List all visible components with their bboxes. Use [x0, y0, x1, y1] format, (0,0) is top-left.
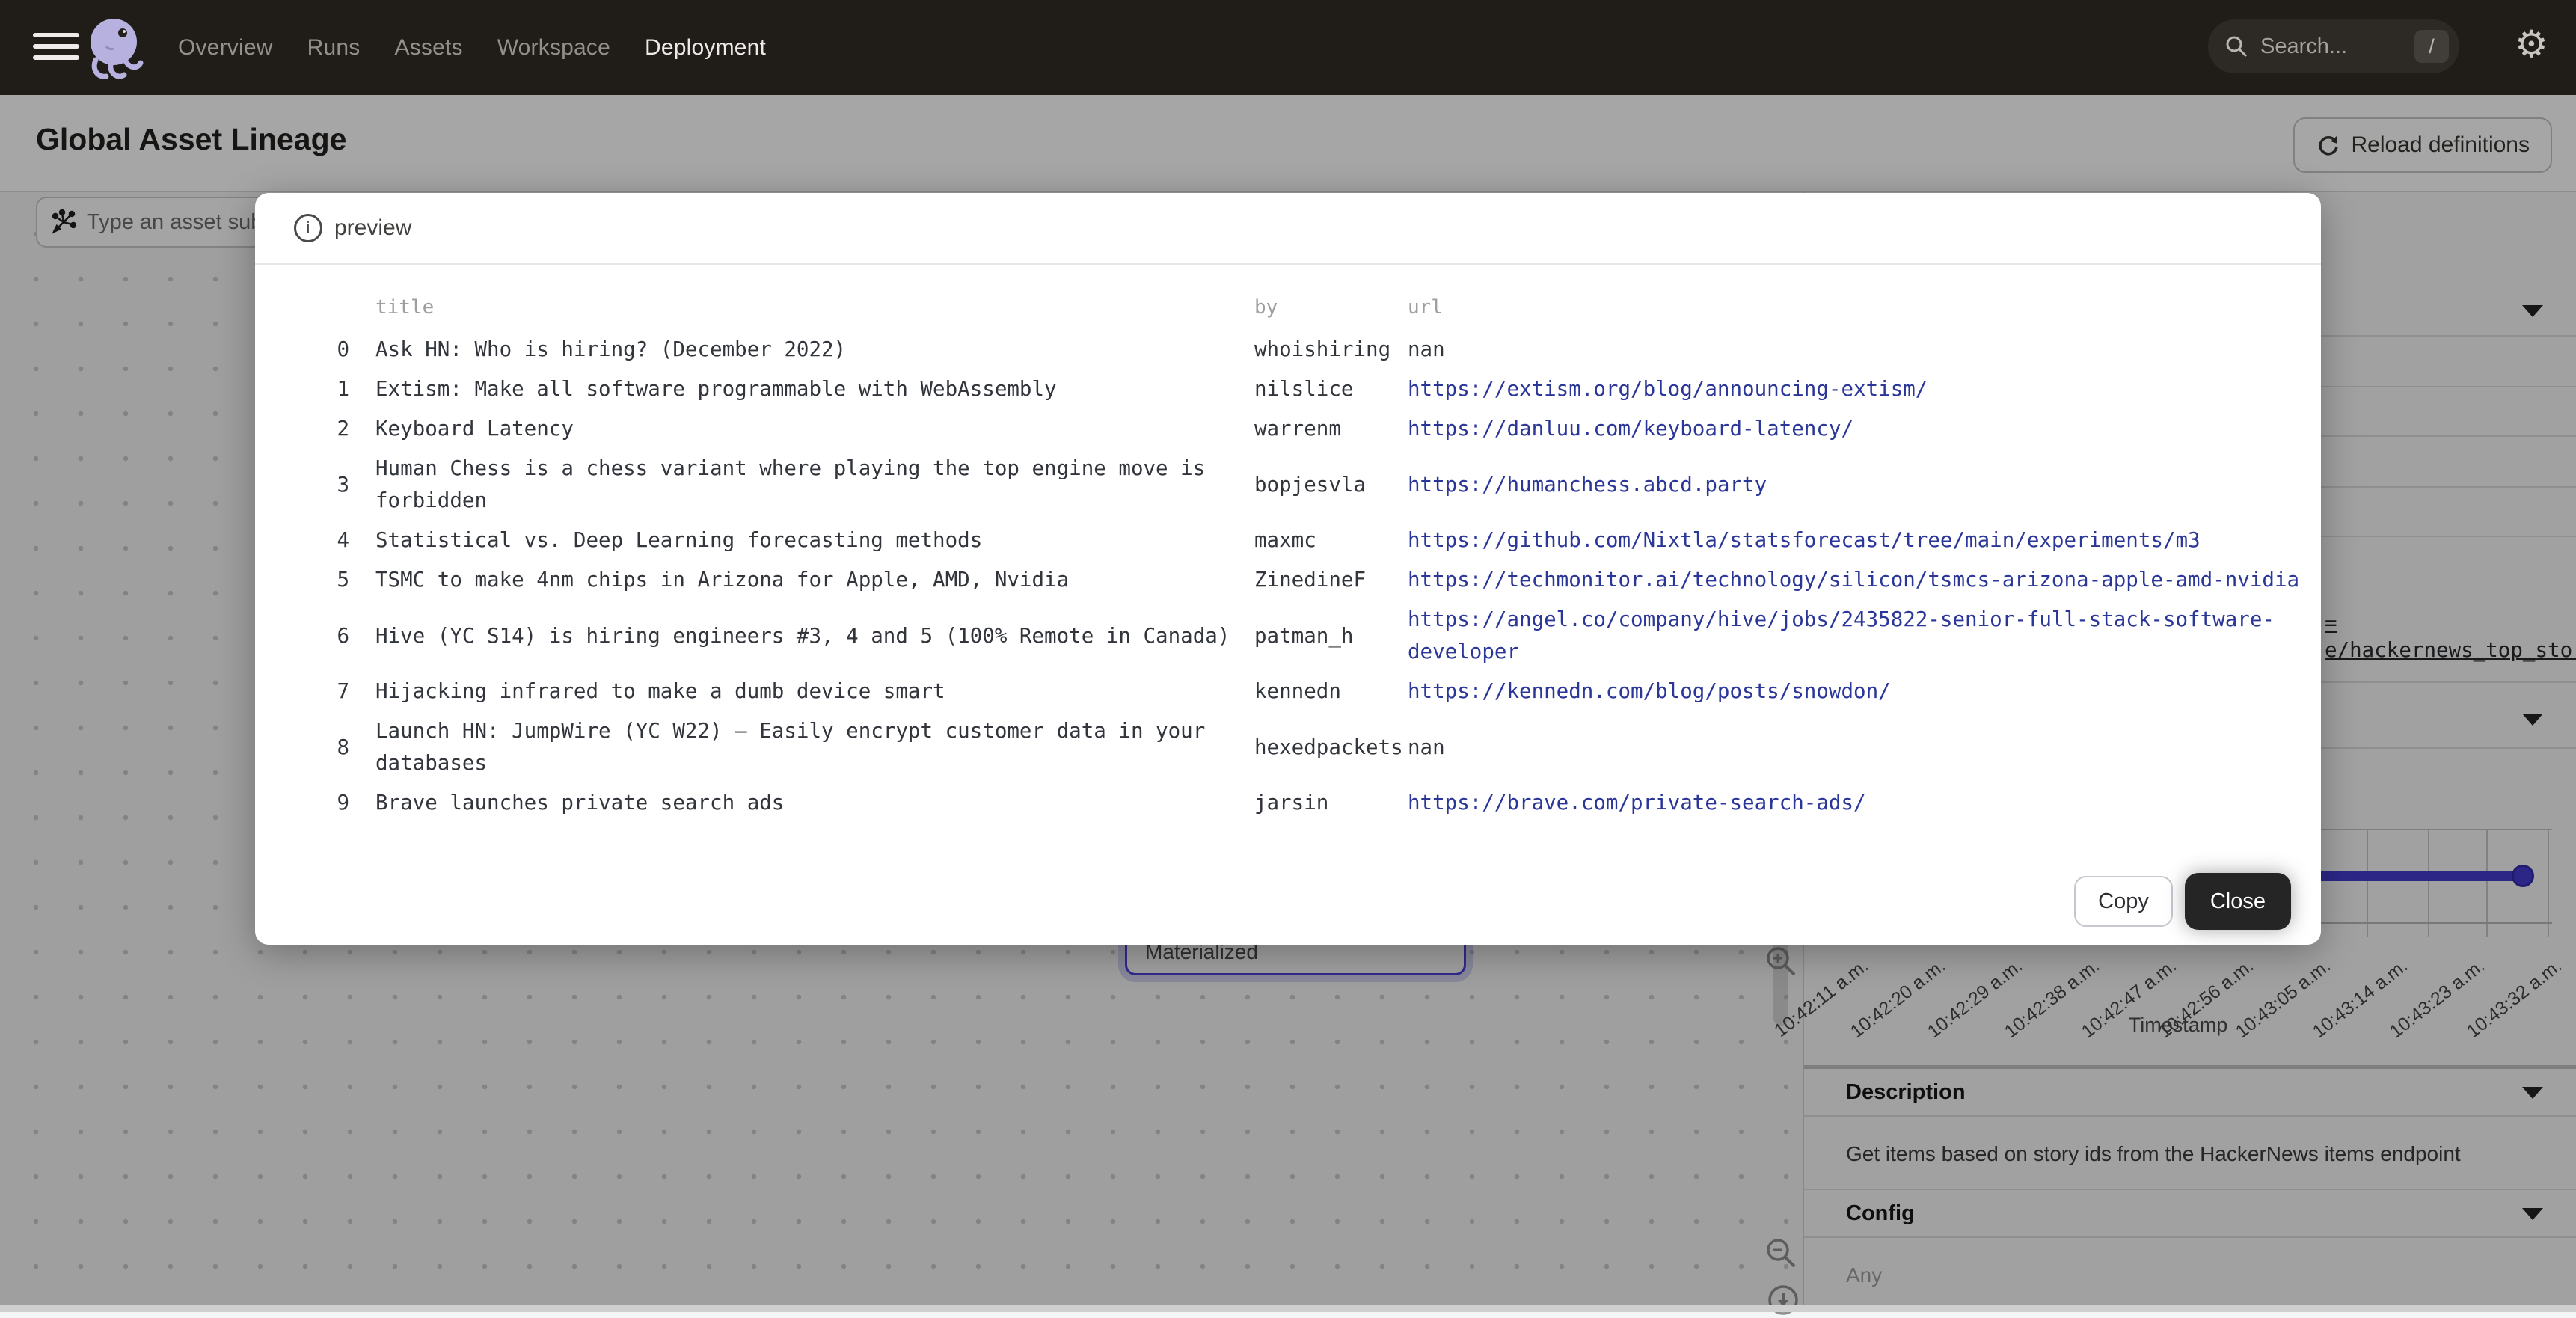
- nav-item-deployment[interactable]: Deployment: [645, 35, 766, 61]
- story-title: Statistical vs. Deep Learning forecastin…: [349, 524, 1254, 557]
- table-header-row: titlebyurl: [294, 290, 2316, 330]
- story-url-link[interactable]: https://github.com/Nixtla/statsforecast/…: [1408, 524, 2316, 557]
- copy-button[interactable]: Copy: [2074, 876, 2173, 927]
- gear-icon[interactable]: ⚙: [2515, 22, 2548, 66]
- story-title: TSMC to make 4nm chips in Arizona for Ap…: [349, 564, 1254, 596]
- story-url-link[interactable]: https://kennedn.com/blog/posts/snowdon/: [1408, 675, 2316, 708]
- horizontal-scrollbar[interactable]: [0, 1305, 2576, 1312]
- table-row: 2Keyboard Latencywarrenmhttps://danluu.c…: [294, 409, 2316, 449]
- story-url-link[interactable]: https://extism.org/blog/announcing-extis…: [1408, 373, 2316, 405]
- story-url-link[interactable]: https://humanchess.abcd.party: [1408, 469, 2316, 501]
- hamburger-menu-icon[interactable]: [33, 33, 79, 61]
- dagster-logo-icon[interactable]: [84, 16, 145, 79]
- by-column-header: by: [1254, 292, 1408, 324]
- row-index: 2: [294, 413, 349, 445]
- story-author: jarsin: [1254, 787, 1408, 819]
- nav-item-runs[interactable]: Runs: [307, 35, 361, 61]
- url-column-header: url: [1408, 292, 2316, 324]
- table-row: 7Hijacking infrared to make a dumb devic…: [294, 672, 2316, 711]
- story-author: maxmc: [1254, 524, 1408, 557]
- nav-items: Overview Runs Assets Workspace Deployment: [178, 0, 766, 95]
- story-url-link[interactable]: https://brave.com/private-search-ads/: [1408, 787, 2316, 819]
- nav-item-assets[interactable]: Assets: [394, 35, 462, 61]
- row-index: 4: [294, 524, 349, 557]
- story-author: patman_h: [1254, 620, 1408, 652]
- story-author: kennedn: [1254, 675, 1408, 708]
- info-icon: i: [294, 214, 322, 242]
- row-index: 3: [294, 469, 349, 501]
- nav-item-workspace[interactable]: Workspace: [497, 35, 610, 61]
- table-row: 3Human Chess is a chess variant where pl…: [294, 449, 2316, 521]
- dialog-actions: Copy Close: [2074, 873, 2291, 930]
- table-row: 4Statistical vs. Deep Learning forecasti…: [294, 521, 2316, 560]
- search-shortcut-badge: /: [2414, 30, 2449, 63]
- row-index: 9: [294, 787, 349, 819]
- story-title: Extism: Make all software programmable w…: [349, 373, 1254, 405]
- nav-item-overview[interactable]: Overview: [178, 35, 273, 61]
- search-input[interactable]: Search... /: [2208, 19, 2459, 73]
- story-title: Hijacking infrared to make a dumb device…: [349, 675, 1254, 708]
- row-index: 0: [294, 334, 349, 366]
- top-navbar: Overview Runs Assets Workspace Deployment Se…: [0, 0, 2576, 95]
- preview-dialog: i preview titlebyurl0Ask HN: Who is hiri…: [255, 193, 2321, 945]
- story-title: Human Chess is a chess variant where pla…: [349, 453, 1254, 517]
- table-row: 9Brave launches private search adsjarsin…: [294, 783, 2316, 823]
- story-url: nan: [1408, 732, 2316, 764]
- story-author: bopjesvla: [1254, 469, 1408, 501]
- story-title: Brave launches private search ads: [349, 787, 1254, 819]
- story-title: Launch HN: JumpWire (YC W22) – Easily en…: [349, 715, 1254, 779]
- title-column-header: title: [349, 292, 1254, 324]
- story-author: nilslice: [1254, 373, 1408, 405]
- story-title: Keyboard Latency: [349, 413, 1254, 445]
- story-url-link[interactable]: https://danluu.com/keyboard-latency/: [1408, 413, 2316, 445]
- dialog-title: preview: [334, 215, 411, 241]
- dialog-header: i preview: [255, 193, 2321, 265]
- story-url: nan: [1408, 334, 2316, 366]
- story-title: Hive (YC S14) is hiring engineers #3, 4 …: [349, 620, 1254, 652]
- row-index: 5: [294, 564, 349, 596]
- table-row: 5TSMC to make 4nm chips in Arizona for A…: [294, 560, 2316, 600]
- table-row: 0Ask HN: Who is hiring? (December 2022)w…: [294, 330, 2316, 370]
- story-author: hexedpackets: [1254, 732, 1408, 764]
- story-author: ZinedineF: [1254, 564, 1408, 596]
- row-index: 1: [294, 373, 349, 405]
- preview-table: titlebyurl0Ask HN: Who is hiring? (Decem…: [294, 290, 2316, 823]
- story-url-link[interactable]: https://angel.co/company/hive/jobs/24358…: [1408, 604, 2316, 668]
- story-author: warrenm: [1254, 413, 1408, 445]
- close-button[interactable]: Close: [2185, 873, 2291, 930]
- story-author: whoishiring: [1254, 334, 1408, 366]
- table-row: 6Hive (YC S14) is hiring engineers #3, 4…: [294, 600, 2316, 672]
- table-row: 1Extism: Make all software programmable …: [294, 370, 2316, 409]
- row-index: 6: [294, 620, 349, 652]
- row-index: 8: [294, 732, 349, 764]
- search-placeholder: Search...: [2260, 34, 2414, 59]
- row-index: 7: [294, 675, 349, 708]
- search-icon: [2223, 33, 2250, 60]
- story-title: Ask HN: Who is hiring? (December 2022): [349, 334, 1254, 366]
- table-row: 8Launch HN: JumpWire (YC W22) – Easily e…: [294, 711, 2316, 783]
- story-url-link[interactable]: https://techmonitor.ai/technology/silico…: [1408, 564, 2316, 596]
